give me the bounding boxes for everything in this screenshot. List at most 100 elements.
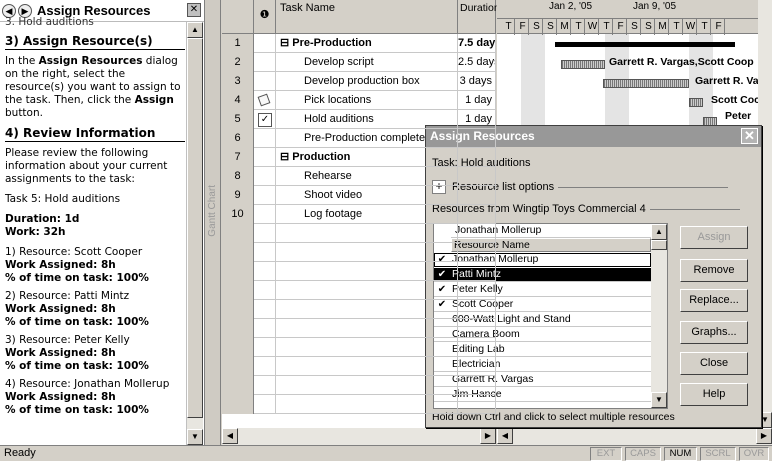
duration-cell[interactable] <box>458 300 496 319</box>
row-id[interactable] <box>222 281 254 300</box>
duration-cell[interactable] <box>458 129 496 148</box>
duration-cell[interactable] <box>458 205 496 224</box>
scroll-down-icon[interactable]: ▼ <box>651 392 667 408</box>
row-id[interactable] <box>222 395 254 414</box>
close-button[interactable]: Close <box>680 352 748 375</box>
task-name-cell[interactable] <box>276 357 458 376</box>
task-name-cell[interactable] <box>276 395 458 414</box>
assign-button[interactable]: Assign <box>680 226 748 249</box>
graphs-button[interactable]: Graphs... <box>680 321 748 344</box>
row-id[interactable]: 6 <box>222 129 254 148</box>
task-name-cell[interactable] <box>276 281 458 300</box>
row-id[interactable] <box>222 224 254 243</box>
duration-cell[interactable] <box>458 186 496 205</box>
help-scroll-thumb[interactable] <box>187 38 203 418</box>
duration-cell[interactable] <box>458 338 496 357</box>
task-name-cell[interactable] <box>276 376 458 395</box>
table-row[interactable]: 10 Log footage <box>222 205 496 224</box>
task-name-cell[interactable] <box>276 319 458 338</box>
task-name-cell[interactable]: Shoot video <box>276 186 458 205</box>
duration-cell[interactable] <box>458 357 496 376</box>
scroll-right-icon[interactable]: ▶ <box>756 428 772 444</box>
table-row[interactable]: 5 ✓ Hold auditions 1 day <box>222 110 496 129</box>
task-name-cell[interactable]: ⊟ Production <box>276 148 458 167</box>
table-hscrollbar[interactable]: ◀ ▶ <box>222 428 496 445</box>
task-name-cell[interactable] <box>276 300 458 319</box>
empty-row[interactable] <box>222 338 496 357</box>
remove-button[interactable]: Remove <box>680 259 748 282</box>
duration-cell[interactable] <box>458 281 496 300</box>
task-name-cell[interactable]: Develop script <box>276 53 458 72</box>
task-name-cell[interactable]: Hold auditions <box>276 110 458 129</box>
duration-cell[interactable] <box>458 319 496 338</box>
task-name-cell[interactable]: Log footage <box>276 205 458 224</box>
duration-cell[interactable]: 3 days <box>458 72 496 91</box>
dialog-close-icon[interactable]: ✕ <box>741 128 758 144</box>
row-id[interactable] <box>222 376 254 395</box>
scroll-up-icon[interactable]: ▲ <box>651 224 667 240</box>
help-close-icon[interactable]: ✕ <box>187 3 201 17</box>
row-id[interactable] <box>222 243 254 262</box>
task-bar[interactable] <box>603 79 689 88</box>
empty-row[interactable] <box>222 224 496 243</box>
task-name-cell[interactable] <box>276 262 458 281</box>
assignment-icon[interactable]: ✓ <box>258 113 272 127</box>
empty-row[interactable] <box>222 281 496 300</box>
scroll-left-icon[interactable]: ◀ <box>497 428 513 444</box>
task-name-cell[interactable]: Develop production box <box>276 72 458 91</box>
task-name-cell[interactable]: ⊟ Pre-Production <box>276 34 458 53</box>
summary-bar[interactable] <box>555 42 735 47</box>
table-row[interactable]: 6 Pre-Production complete <box>222 129 496 148</box>
table-row[interactable]: 9 Shoot video <box>222 186 496 205</box>
row-id[interactable] <box>222 357 254 376</box>
task-name-cell[interactable]: Pre-Production complete <box>276 129 458 148</box>
task-name-cell[interactable] <box>276 338 458 357</box>
table-row[interactable]: 1 ⊟ Pre-Production7.5 days <box>222 34 496 53</box>
table-row[interactable]: 3 Develop production box 3 days <box>222 72 496 91</box>
row-id[interactable]: 5 <box>222 110 254 129</box>
row-id[interactable] <box>222 319 254 338</box>
table-row[interactable]: 8 Rehearse <box>222 167 496 186</box>
row-id[interactable]: 8 <box>222 167 254 186</box>
task-name-cell[interactable]: Rehearse <box>276 167 458 186</box>
scroll-up-icon[interactable]: ▲ <box>187 22 203 38</box>
duration-cell[interactable] <box>458 262 496 281</box>
help-button[interactable]: Help <box>680 383 748 406</box>
row-id[interactable]: 2 <box>222 53 254 72</box>
gantt-hscrollbar[interactable]: ◀ ▶ <box>497 428 772 445</box>
row-id[interactable] <box>222 338 254 357</box>
grid-vscrollbar[interactable]: ▲ ▼ <box>651 224 667 408</box>
task-name-cell[interactable]: Pick locations <box>276 91 458 110</box>
scroll-down-icon[interactable]: ▼ <box>187 429 203 445</box>
header-select-all[interactable] <box>222 0 254 34</box>
note-icon[interactable] <box>257 93 271 107</box>
duration-cell[interactable] <box>458 148 496 167</box>
empty-row[interactable] <box>222 395 496 414</box>
help-scrollbar[interactable]: ▲ ▼ <box>186 22 203 445</box>
duration-cell[interactable]: 1 day <box>458 110 496 129</box>
table-row[interactable]: 7 ⊟ Production <box>222 148 496 167</box>
scroll-left-icon[interactable]: ◀ <box>222 428 238 444</box>
duration-cell[interactable]: 2.5 days <box>458 53 496 72</box>
row-id[interactable]: 1 <box>222 34 254 53</box>
task-name-cell[interactable] <box>276 243 458 262</box>
scroll-right-icon[interactable]: ▶ <box>480 428 496 444</box>
empty-row[interactable] <box>222 300 496 319</box>
row-id[interactable]: 7 <box>222 148 254 167</box>
header-task-name[interactable]: Task Name <box>276 0 458 34</box>
empty-row[interactable] <box>222 262 496 281</box>
table-row[interactable]: 2 Develop script 2.5 days <box>222 53 496 72</box>
empty-row[interactable] <box>222 319 496 338</box>
empty-row[interactable] <box>222 376 496 395</box>
empty-row[interactable] <box>222 243 496 262</box>
duration-cell[interactable] <box>458 224 496 243</box>
row-id[interactable] <box>222 300 254 319</box>
task-bar[interactable] <box>561 60 605 69</box>
duration-cell[interactable] <box>458 395 496 414</box>
grid-scroll-thumb[interactable] <box>651 240 667 250</box>
replace-button[interactable]: Replace... <box>680 289 748 312</box>
table-row[interactable]: 4 Pick locations 1 day <box>222 91 496 110</box>
header-duration[interactable]: Duration <box>458 0 500 34</box>
row-id[interactable]: 9 <box>222 186 254 205</box>
task-bar[interactable] <box>689 98 703 107</box>
